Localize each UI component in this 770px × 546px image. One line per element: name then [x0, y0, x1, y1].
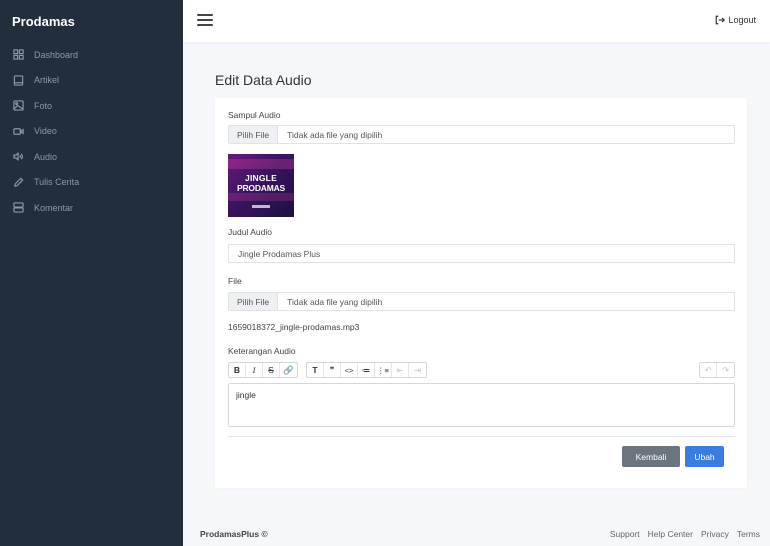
sidebar: Prodamas Dashboard Artikel Foto Video Au… — [0, 0, 183, 546]
sidebar-item-tulis-cerita[interactable]: Tulis Cerita — [0, 170, 183, 196]
edit-audio-card: Sampul Audio Pilih File Tidak ada file y… — [215, 98, 747, 488]
server-icon — [13, 202, 24, 213]
cover-file-status: Tidak ada file yang dipilih — [287, 129, 383, 140]
cover-title-line2: PRODAMAS — [237, 183, 285, 193]
heading-button[interactable]: T — [307, 363, 324, 377]
audio-choose-file-button[interactable]: Pilih File — [229, 293, 279, 310]
cover-file-input[interactable]: Pilih File Tidak ada file yang dipilih — [228, 125, 735, 144]
sidebar-item-label: Foto — [34, 100, 53, 111]
file-label: File — [228, 276, 242, 286]
cover-label: Sampul Audio — [228, 110, 281, 120]
footer-link-support[interactable]: Support — [610, 529, 640, 539]
cover-image: JINGLE PRODAMAS — [228, 154, 294, 217]
editor-toolbar: B I S 🔗 T ❞ <> ≔ ⋮≡ ⇤ ⇥ ↶ ↷ — [228, 361, 735, 379]
footer-link-terms[interactable]: Terms — [737, 529, 760, 539]
description-editor[interactable]: jingle — [228, 383, 735, 427]
cover-title-line1: JINGLE — [245, 173, 277, 183]
footer-links: Support Help Center Privacy Terms — [610, 529, 760, 539]
tablet-icon — [13, 75, 24, 86]
grid-icon — [13, 49, 24, 60]
link-button[interactable]: 🔗 — [280, 363, 297, 377]
menu-toggle-icon[interactable] — [197, 14, 213, 26]
cover-choose-file-button[interactable]: Pilih File — [229, 126, 279, 143]
save-button[interactable]: Ubah — [685, 446, 724, 467]
pen-icon — [14, 177, 24, 187]
current-file-name: 1659018372_jingle-prodamas.mp3 — [228, 322, 360, 332]
sidebar-item-label: Artikel — [34, 75, 60, 86]
sidebar-item-video[interactable]: Video — [0, 119, 183, 145]
outdent-button[interactable]: ⇤ — [392, 363, 409, 377]
sidebar-item-audio[interactable]: Audio — [0, 144, 183, 170]
history-group: ↶ ↷ — [699, 362, 735, 378]
block-group: T ❞ <> ≔ ⋮≡ ⇤ ⇥ — [306, 362, 427, 378]
bullet-list-button[interactable]: ≔ — [358, 363, 375, 377]
back-button[interactable]: Kembali — [622, 446, 680, 467]
quote-button[interactable]: ❞ — [324, 363, 341, 377]
sidebar-item-label: Dashboard — [34, 49, 79, 60]
logout-label: Logout — [728, 15, 756, 25]
numbered-list-button[interactable]: ⋮≡ — [375, 363, 392, 377]
sidebar-item-label: Audio — [34, 151, 58, 162]
image-icon — [13, 100, 24, 111]
topbar: Logout — [183, 0, 770, 42]
code-button[interactable]: <> — [341, 363, 358, 377]
redo-button[interactable]: ↷ — [717, 363, 734, 377]
indent-button[interactable]: ⇥ — [409, 363, 426, 377]
audio-file-input[interactable]: Pilih File Tidak ada file yang dipilih — [228, 292, 735, 311]
strikethrough-button[interactable]: S — [263, 363, 280, 377]
speaker-icon — [13, 152, 23, 162]
undo-button[interactable]: ↶ — [700, 363, 717, 377]
footer-link-help-center[interactable]: Help Center — [648, 529, 693, 539]
description-label: Keterangan Audio — [228, 346, 296, 356]
title-input[interactable] — [228, 244, 735, 263]
sidebar-item-dashboard[interactable]: Dashboard — [0, 42, 183, 68]
page-title: Edit Data Audio — [215, 72, 312, 88]
video-icon — [13, 127, 24, 135]
sidebar-item-label: Video — [34, 126, 57, 137]
bold-button[interactable]: B — [229, 363, 246, 377]
footer-brand: ProdamasPlus © — [200, 529, 268, 539]
logout-icon — [716, 15, 726, 25]
sidebar-item-label: Komentar — [34, 202, 74, 213]
format-group: B I S 🔗 — [228, 362, 298, 378]
brand-logo[interactable]: Prodamas — [0, 0, 183, 42]
title-label: Judul Audio — [228, 227, 272, 237]
sidebar-item-komentar[interactable]: Komentar — [0, 195, 183, 221]
footer-link-privacy[interactable]: Privacy — [701, 529, 729, 539]
sidebar-item-artikel[interactable]: Artikel — [0, 68, 183, 94]
sidebar-item-foto[interactable]: Foto — [0, 93, 183, 119]
sidebar-item-label: Tulis Cerita — [34, 177, 80, 188]
divider — [228, 436, 735, 437]
logout-button[interactable]: Logout — [715, 15, 756, 25]
audio-file-status: Tidak ada file yang dipilih — [287, 296, 383, 307]
italic-button[interactable]: I — [246, 363, 263, 377]
